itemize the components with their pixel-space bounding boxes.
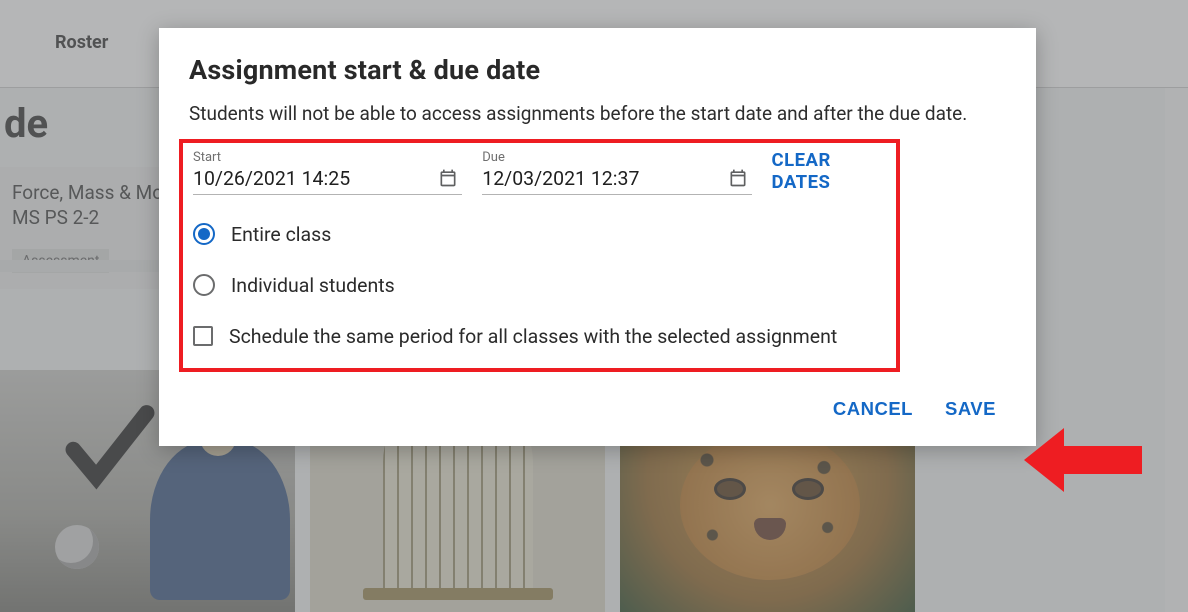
clear-dates-button[interactable]: CLEAR DATES — [772, 149, 886, 195]
start-value: 10/26/2021 14:25 — [193, 167, 462, 190]
modal-title: Assignment start & due date — [189, 54, 998, 86]
annotation-arrow — [1024, 420, 1144, 500]
radio-label: Entire class — [231, 223, 331, 246]
schedule-all-checkbox[interactable]: Schedule the same period for all classes… — [193, 325, 886, 348]
date-row: Start 10/26/2021 14:25 Due 12/03/2021 12… — [193, 149, 886, 195]
radio-unselected-icon — [193, 274, 215, 296]
annotation-highlight: Start 10/26/2021 14:25 Due 12/03/2021 12… — [179, 139, 900, 372]
radio-selected-icon — [193, 223, 215, 245]
modal-footer: CANCEL SAVE — [189, 394, 998, 424]
due-date-field[interactable]: Due 12/03/2021 12:37 — [482, 150, 751, 195]
calendar-icon[interactable] — [728, 168, 748, 188]
radio-label: Individual students — [231, 274, 395, 297]
save-button[interactable]: SAVE — [943, 394, 998, 424]
app-root: Roster de Force, Mass & Motion MS PS 2-2… — [0, 0, 1188, 612]
checkbox-label: Schedule the same period for all classes… — [229, 325, 837, 348]
assignment-date-modal: Assignment start & due date Students wil… — [159, 28, 1036, 446]
due-label: Due — [482, 150, 751, 165]
due-value: 12/03/2021 12:37 — [482, 167, 751, 190]
cancel-button[interactable]: CANCEL — [831, 394, 915, 424]
calendar-icon[interactable] — [438, 168, 458, 188]
start-label: Start — [193, 150, 462, 165]
radio-entire-class[interactable]: Entire class — [193, 223, 886, 246]
checkbox-empty-icon — [193, 326, 213, 346]
start-date-field[interactable]: Start 10/26/2021 14:25 — [193, 150, 462, 195]
radio-individual-students[interactable]: Individual students — [193, 274, 886, 297]
modal-subtitle: Students will not be able to access assi… — [189, 100, 998, 129]
